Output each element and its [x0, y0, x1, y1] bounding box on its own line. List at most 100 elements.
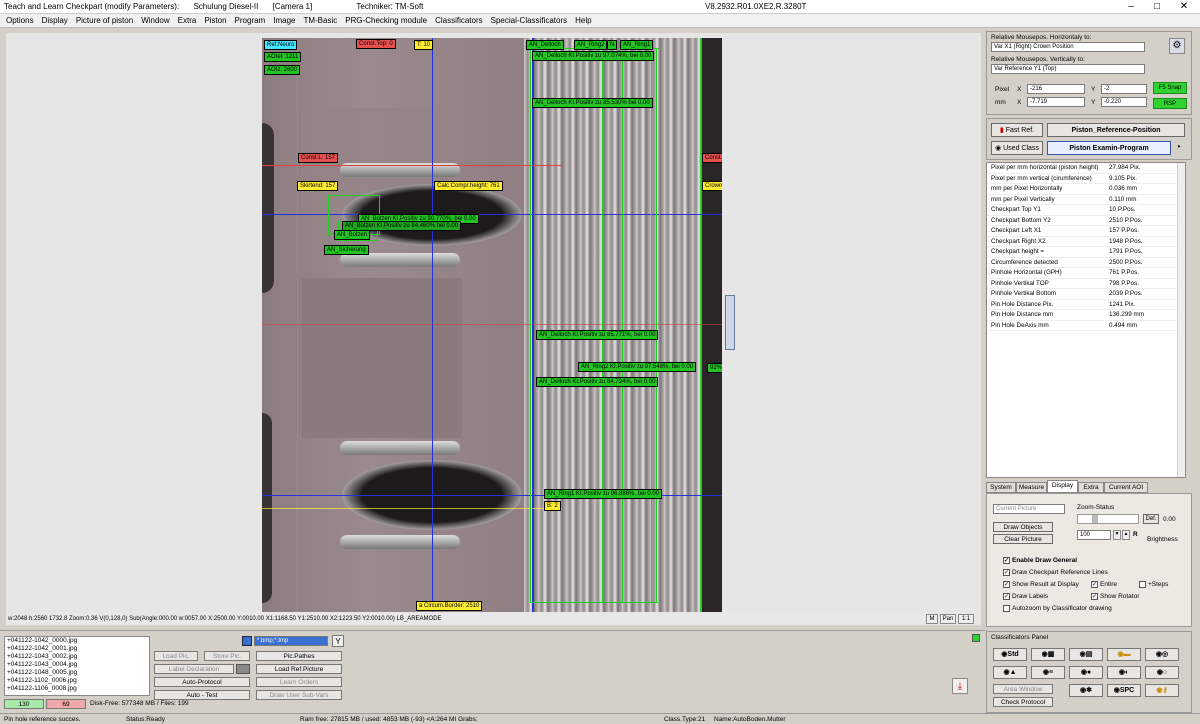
table-row[interactable]: Pin Hole Distance Pix. 1241 Pix.: [987, 300, 1185, 310]
folder-icon[interactable]: [242, 636, 252, 646]
tab-measure[interactable]: Measure: [1016, 482, 1047, 493]
draw-labels-checkbox[interactable]: ✓ Draw Labels: [1003, 592, 1048, 601]
load-ref-picture-button[interactable]: Load Ref.Picture: [256, 664, 342, 674]
list-item[interactable]: +041122-1102_0006.jpg: [5, 677, 149, 685]
classificator-button-8[interactable]: ◉●: [1069, 666, 1103, 679]
load-pic-button[interactable]: Load Pic.: [154, 651, 198, 661]
auto-test-button[interactable]: Auto - Test: [154, 690, 250, 700]
table-row[interactable]: Pin Hole DeAxis mm 0.494 mm: [987, 321, 1185, 331]
vert-select[interactable]: Var Reference Y1 (Top): [991, 64, 1145, 74]
menu-picture-of-piston[interactable]: Picture of piston: [72, 16, 137, 25]
tab-system[interactable]: System: [986, 482, 1016, 493]
table-row[interactable]: mm per Pixel Horizontally 0.036 mm: [987, 184, 1185, 195]
list-item[interactable]: +041122-1048_0005.jpg: [5, 669, 149, 677]
learn-orders-button[interactable]: Learn Orders: [256, 677, 342, 687]
tab-display[interactable]: Display: [1047, 480, 1078, 493]
table-row[interactable]: Pinhole Vertikal TOP 798 P.Pos.: [987, 279, 1185, 289]
auto-protocol-button[interactable]: Auto-Protocol: [154, 677, 250, 687]
current-picture-select[interactable]: Current Picture: [993, 504, 1065, 514]
maximize-icon[interactable]: □: [1144, 0, 1170, 14]
table-row[interactable]: Pixel per mm vertical (cirumference) 9.10…: [987, 174, 1185, 184]
show-result-checkbox[interactable]: ✓ Show Result at Display: [1003, 580, 1079, 589]
pixel-y-field[interactable]: -2: [1101, 84, 1147, 94]
zoom-1to1-button[interactable]: 1:1: [958, 614, 974, 624]
fast-ref-button[interactable]: ▮ Fast Ref.: [991, 123, 1043, 137]
menu-window[interactable]: Window: [137, 16, 173, 25]
minimize-icon[interactable]: –: [1118, 0, 1144, 14]
table-row[interactable]: Pin Hole Distance mm 136.299 mm: [987, 310, 1185, 321]
filter-icon[interactable]: Y: [332, 635, 344, 647]
zoom-m-button[interactable]: M: [926, 614, 938, 624]
classificator-button-10[interactable]: ◉○: [1145, 666, 1179, 679]
autozoom-checkbox[interactable]: Autozoom by Classificator drawing: [1003, 604, 1112, 613]
rsp-button[interactable]: RSP: [1153, 98, 1187, 109]
mm-y-field[interactable]: -0.220: [1101, 97, 1147, 107]
tab-current-aoi[interactable]: Current AOI: [1104, 482, 1148, 493]
file-filter-select[interactable]: *.bmp;*.tmp: [254, 636, 328, 646]
table-row[interactable]: Pixel per mm horizontal (piston height) 2…: [987, 163, 1185, 174]
show-rotator-checkbox[interactable]: ✓ Show Rotator: [1091, 592, 1139, 601]
menu-special-classificators[interactable]: Special-Classificators: [487, 16, 571, 25]
draw-objects-button[interactable]: Draw Objects: [993, 522, 1053, 532]
table-row[interactable]: Checkpart Left X1 157 P.Pos.: [987, 226, 1185, 237]
classificator-button-5[interactable]: ◉◎: [1145, 648, 1179, 661]
table-row[interactable]: Pinhole Horizontal (GPH) 761 P.Pos.: [987, 268, 1185, 279]
zoom-slider[interactable]: [1077, 514, 1139, 524]
brightness-field[interactable]: 100: [1077, 530, 1111, 540]
clear-picture-button[interactable]: Clear Picture: [993, 534, 1053, 544]
grid-icon[interactable]: [236, 664, 250, 674]
help-icon[interactable]: ◔: [1175, 141, 1187, 155]
draw-ref-lines-checkbox[interactable]: ✓ Draw Checkpart Reference Lines: [1003, 568, 1108, 577]
list-item[interactable]: +041122-1043_0004.jpg: [5, 661, 149, 669]
menu-piston[interactable]: Piston: [200, 16, 230, 25]
table-row[interactable]: mm per Pixel Vertically 0.110 mm: [987, 195, 1185, 205]
spin-down-icon[interactable]: ▼: [1113, 530, 1121, 540]
classificator-button-12[interactable]: ◉⚷: [1145, 684, 1179, 697]
tab-extra[interactable]: Extra: [1078, 482, 1104, 493]
close-icon[interactable]: ✕: [1170, 0, 1198, 14]
classificator-button-3[interactable]: ◉▤: [1069, 648, 1103, 661]
def-button[interactable]: Def.: [1143, 514, 1159, 524]
pixel-x-field[interactable]: -216: [1027, 84, 1085, 94]
check-protocol-button[interactable]: Check Protocol: [993, 697, 1053, 707]
table-row[interactable]: Pinhole Vertikal Bottom 2039 P.Pos.: [987, 289, 1185, 300]
menu-display[interactable]: Display: [38, 16, 72, 25]
std-classificator-button[interactable]: ◉Std: [993, 648, 1027, 661]
pdf-icon[interactable]: ⤓: [952, 678, 968, 694]
menu-prg-checking[interactable]: PRG-Checking module: [341, 16, 431, 25]
steps-checkbox[interactable]: +Steps: [1139, 580, 1168, 589]
panel-toggle-icon[interactable]: [972, 634, 980, 642]
menu-image[interactable]: Image: [269, 16, 299, 25]
spc-classificator-button[interactable]: ◉SPC: [1107, 684, 1141, 697]
classificator-button-9[interactable]: ◉◐: [1107, 666, 1141, 679]
table-row[interactable]: Checkpart Right X2 1948 P.Pos.: [987, 237, 1185, 247]
table-row[interactable]: Circumference detected 2500 P.Pos.: [987, 258, 1185, 268]
used-class-button[interactable]: ◉ Used Class: [991, 141, 1043, 155]
menu-options[interactable]: Options: [2, 16, 38, 25]
classificator-button-6[interactable]: ◉▲: [993, 666, 1027, 679]
classificator-button-2[interactable]: ◉▦: [1031, 648, 1065, 661]
classificator-button-11[interactable]: ◉✱: [1069, 684, 1103, 697]
enable-draw-general-checkbox[interactable]: ✓ Enable Draw General: [1003, 556, 1077, 565]
list-item[interactable]: +041122-1042_0001.jpg: [5, 645, 149, 653]
rotator-slider[interactable]: [725, 295, 735, 350]
zoom-pan-button[interactable]: Pan: [940, 614, 956, 624]
menu-help[interactable]: Help: [571, 16, 595, 25]
mm-x-field[interactable]: -7.719: [1027, 97, 1085, 107]
piston-examin-button[interactable]: Piston Examin-Program: [1047, 141, 1171, 155]
table-row[interactable]: Checkpart height = 1791 P.Pos.: [987, 247, 1185, 258]
list-item[interactable]: +041122-1043_0002.jpg: [5, 653, 149, 661]
piston-picture[interactable]: Ref.Neuro AOIel: 1211 AOIz: 2600 Const.T…: [262, 38, 722, 612]
spin-up-icon[interactable]: ▲: [1122, 530, 1130, 540]
menu-tm-basic[interactable]: TM-Basic: [299, 16, 341, 25]
menu-program[interactable]: Program: [231, 16, 270, 25]
table-row[interactable]: Checkpart Top Y1 10 P.Pos.: [987, 205, 1185, 216]
pic-pathes-button[interactable]: Pic.Pathes: [256, 651, 342, 661]
parameter-table[interactable]: Pixel per mm horizontal (piston height) 2…: [986, 162, 1186, 478]
classificator-button-4[interactable]: ◉▬: [1107, 648, 1141, 661]
store-pic-button[interactable]: Store Pic.: [204, 651, 250, 661]
camera-icon[interactable]: ⚙: [1169, 38, 1185, 54]
entire-checkbox[interactable]: ✓ Entire: [1091, 580, 1117, 589]
draw-user-sub-vars-button[interactable]: Draw User Sub-Vars: [256, 690, 342, 700]
list-item[interactable]: +041122-1106_0008.jpg: [5, 685, 149, 693]
